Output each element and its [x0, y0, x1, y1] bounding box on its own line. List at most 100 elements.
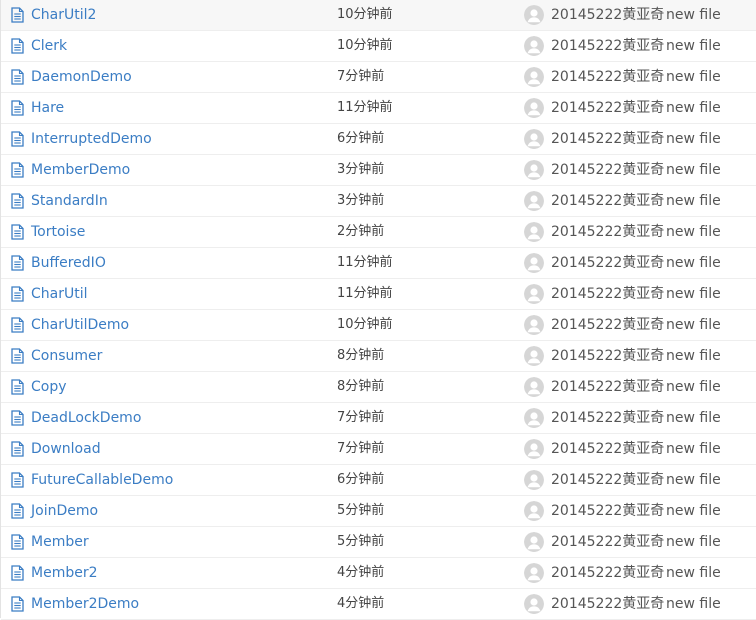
commit-author[interactable]: 20145222黄亚奇	[551, 496, 664, 526]
commit-author[interactable]: 20145222黄亚奇	[551, 93, 664, 123]
user-avatar-icon[interactable]	[524, 191, 544, 211]
user-avatar-icon[interactable]	[524, 222, 544, 242]
file-row[interactable]: StandardIn 3分钟前 20145222黄亚奇 new file	[1, 186, 756, 217]
user-avatar-icon[interactable]	[524, 315, 544, 335]
commit-author[interactable]: 20145222黄亚奇	[551, 217, 664, 247]
commit-message[interactable]: new file	[666, 527, 721, 557]
file-row[interactable]: Tortoise 2分钟前 20145222黄亚奇 new file	[1, 217, 756, 248]
user-avatar-icon[interactable]	[524, 439, 544, 459]
file-row[interactable]: MemberDemo 3分钟前 20145222黄亚奇 new file	[1, 155, 756, 186]
commit-message[interactable]: new file	[666, 186, 721, 216]
commit-author[interactable]: 20145222黄亚奇	[551, 62, 664, 92]
file-row[interactable]: DaemonDemo 7分钟前 20145222黄亚奇 new file	[1, 62, 756, 93]
user-avatar-icon[interactable]	[524, 253, 544, 273]
commit-message[interactable]: new file	[666, 124, 721, 154]
file-name-link[interactable]: CharUtilDemo	[31, 310, 129, 340]
file-name-link[interactable]: Hare	[31, 93, 64, 123]
file-name-link[interactable]: Tortoise	[31, 217, 85, 247]
user-avatar-icon[interactable]	[524, 36, 544, 56]
file-row[interactable]: InterruptedDemo 6分钟前 20145222黄亚奇 new fil…	[1, 124, 756, 155]
commit-message[interactable]: new file	[666, 279, 721, 309]
commit-author[interactable]: 20145222黄亚奇	[551, 31, 664, 61]
commit-message[interactable]: new file	[666, 372, 721, 402]
file-row[interactable]: Hare 11分钟前 20145222黄亚奇 new file	[1, 93, 756, 124]
file-row[interactable]: CharUtilDemo 10分钟前 20145222黄亚奇 new file	[1, 310, 756, 341]
file-row[interactable]: Member2Demo 4分钟前 20145222黄亚奇 new file	[1, 589, 756, 620]
commit-message[interactable]: new file	[666, 62, 721, 92]
commit-author[interactable]: 20145222黄亚奇	[551, 186, 664, 216]
file-name-link[interactable]: CharUtil	[31, 279, 88, 309]
commit-message[interactable]: new file	[666, 248, 721, 278]
commit-message[interactable]: new file	[666, 341, 721, 371]
file-name-link[interactable]: Member	[31, 527, 89, 557]
file-name-link[interactable]: Member2	[31, 558, 98, 588]
user-avatar-icon[interactable]	[524, 470, 544, 490]
file-name-link[interactable]: StandardIn	[31, 186, 108, 216]
file-name-link[interactable]: Member2Demo	[31, 589, 139, 619]
commit-author[interactable]: 20145222黄亚奇	[551, 248, 664, 278]
user-avatar-icon[interactable]	[524, 408, 544, 428]
file-row[interactable]: Copy 8分钟前 20145222黄亚奇 new file	[1, 372, 756, 403]
commit-author[interactable]: 20145222黄亚奇	[551, 434, 664, 464]
commit-message[interactable]: new file	[666, 217, 721, 247]
commit-author[interactable]: 20145222黄亚奇	[551, 589, 664, 619]
commit-message[interactable]: new file	[666, 310, 721, 340]
file-name-link[interactable]: Clerk	[31, 31, 67, 61]
file-row[interactable]: BufferedIO 11分钟前 20145222黄亚奇 new file	[1, 248, 756, 279]
file-row[interactable]: CharUtil2 10分钟前 20145222黄亚奇 new file	[1, 0, 756, 31]
user-avatar-icon[interactable]	[524, 67, 544, 87]
user-avatar-icon[interactable]	[524, 98, 544, 118]
commit-author[interactable]: 20145222黄亚奇	[551, 279, 664, 309]
user-avatar-icon[interactable]	[524, 284, 544, 304]
commit-author[interactable]: 20145222黄亚奇	[551, 341, 664, 371]
file-row[interactable]: FutureCallableDemo 6分钟前 20145222黄亚奇 new …	[1, 465, 756, 496]
file-name-link[interactable]: DeadLockDemo	[31, 403, 141, 433]
commit-author[interactable]: 20145222黄亚奇	[551, 465, 664, 495]
commit-message[interactable]: new file	[666, 496, 721, 526]
commit-message[interactable]: new file	[666, 403, 721, 433]
commit-author[interactable]: 20145222黄亚奇	[551, 558, 664, 588]
commit-message[interactable]: new file	[666, 465, 721, 495]
commit-message[interactable]: new file	[666, 558, 721, 588]
file-row[interactable]: Download 7分钟前 20145222黄亚奇 new file	[1, 434, 756, 465]
commit-author[interactable]: 20145222黄亚奇	[551, 527, 664, 557]
user-avatar-icon[interactable]	[524, 563, 544, 583]
user-avatar-icon[interactable]	[524, 346, 544, 366]
commit-author[interactable]: 20145222黄亚奇	[551, 0, 664, 30]
file-name-link[interactable]: BufferedIO	[31, 248, 106, 278]
file-name-link[interactable]: InterruptedDemo	[31, 124, 152, 154]
file-row[interactable]: Member 5分钟前 20145222黄亚奇 new file	[1, 527, 756, 558]
file-name-link[interactable]: DaemonDemo	[31, 62, 132, 92]
commit-message[interactable]: new file	[666, 155, 721, 185]
file-row[interactable]: Consumer 8分钟前 20145222黄亚奇 new file	[1, 341, 756, 372]
commit-author[interactable]: 20145222黄亚奇	[551, 310, 664, 340]
commit-author[interactable]: 20145222黄亚奇	[551, 372, 664, 402]
file-name-link[interactable]: CharUtil2	[31, 0, 96, 30]
file-row[interactable]: Member2 4分钟前 20145222黄亚奇 new file	[1, 558, 756, 589]
file-row[interactable]: JoinDemo 5分钟前 20145222黄亚奇 new file	[1, 496, 756, 527]
commit-message[interactable]: new file	[666, 93, 721, 123]
file-name-link[interactable]: MemberDemo	[31, 155, 130, 185]
user-avatar-icon[interactable]	[524, 160, 544, 180]
user-avatar-icon[interactable]	[524, 532, 544, 552]
file-name-link[interactable]: Download	[31, 434, 101, 464]
file-row[interactable]: Clerk 10分钟前 20145222黄亚奇 new file	[1, 31, 756, 62]
commit-author[interactable]: 20145222黄亚奇	[551, 124, 664, 154]
user-avatar-icon[interactable]	[524, 594, 544, 614]
commit-author[interactable]: 20145222黄亚奇	[551, 403, 664, 433]
commit-message[interactable]: new file	[666, 0, 721, 30]
file-name-link[interactable]: JoinDemo	[31, 496, 98, 526]
commit-message[interactable]: new file	[666, 589, 721, 619]
file-name-link[interactable]: Consumer	[31, 341, 102, 371]
commit-author[interactable]: 20145222黄亚奇	[551, 155, 664, 185]
commit-message[interactable]: new file	[666, 434, 721, 464]
user-avatar-icon[interactable]	[524, 129, 544, 149]
file-row[interactable]: CharUtil 11分钟前 20145222黄亚奇 new file	[1, 279, 756, 310]
user-avatar-icon[interactable]	[524, 377, 544, 397]
commit-message[interactable]: new file	[666, 31, 721, 61]
user-avatar-icon[interactable]	[524, 501, 544, 521]
file-row[interactable]: DeadLockDemo 7分钟前 20145222黄亚奇 new file	[1, 403, 756, 434]
file-name-link[interactable]: Copy	[31, 372, 67, 402]
file-name-link[interactable]: FutureCallableDemo	[31, 465, 173, 495]
user-avatar-icon[interactable]	[524, 5, 544, 25]
